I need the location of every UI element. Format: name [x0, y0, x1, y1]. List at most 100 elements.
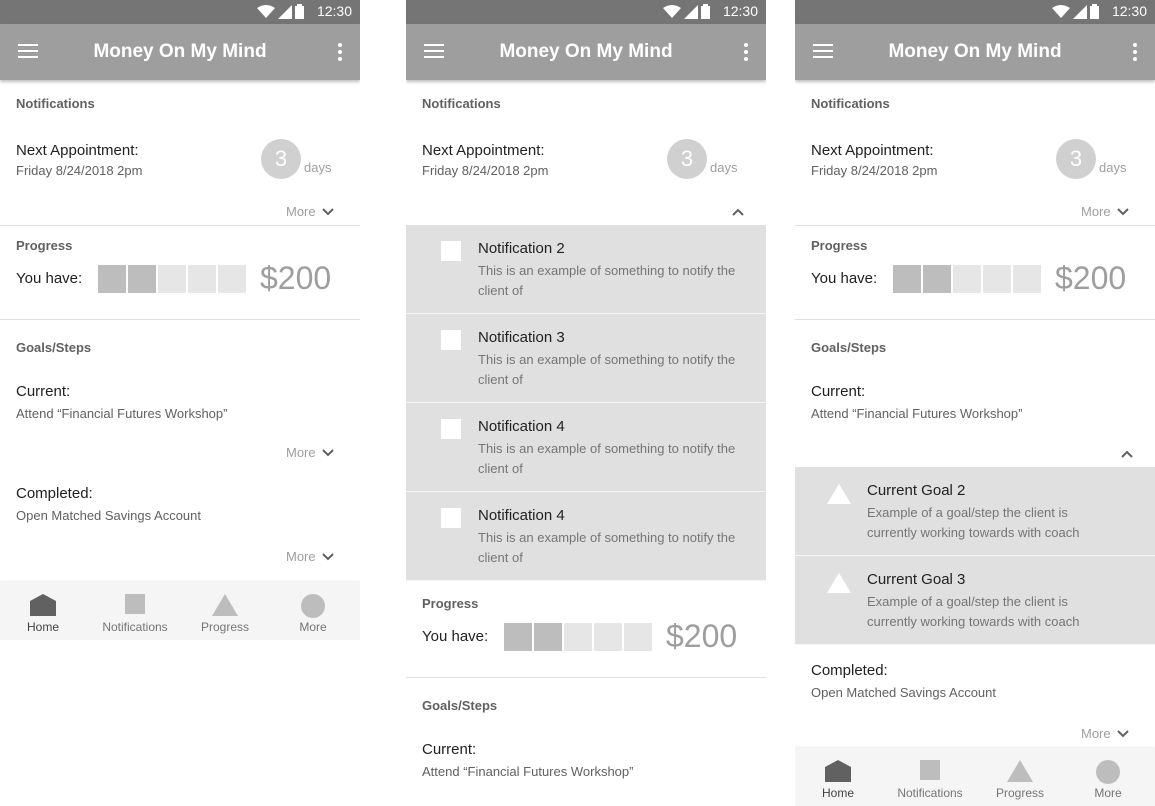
nav-label: Notifications — [102, 620, 168, 634]
app-bar: Money On My Mind — [406, 24, 766, 80]
divider — [0, 225, 360, 226]
overflow-menu-icon[interactable] — [1133, 43, 1137, 61]
battery-icon — [701, 4, 710, 19]
nav-notifications[interactable]: Notifications — [885, 748, 975, 806]
app-title: Money On My Mind — [888, 41, 1062, 62]
status-bar: 12:30 — [406, 0, 766, 24]
screen-notifications-expanded: 12:30 Money On My Mind Notifications Nex… — [406, 0, 766, 806]
notification-checkbox[interactable] — [441, 419, 461, 439]
notification-checkbox[interactable] — [441, 330, 461, 350]
square-icon — [125, 594, 145, 614]
nav-label: More — [1094, 786, 1122, 800]
bottom-navigation: Home Notifications Progress More — [795, 748, 1155, 806]
progress-segment-filled — [923, 264, 951, 293]
square-icon — [920, 760, 940, 780]
notification-item[interactable]: Notification 4 This is an example of som… — [406, 492, 766, 581]
progress-segment-filled — [128, 264, 156, 293]
status-bar: 12:30 — [795, 0, 1155, 24]
progress-label: You have: — [811, 270, 878, 287]
next-appointment-date: Friday 8/24/2018 2pm — [811, 163, 938, 178]
notification-title: Notification 4 — [478, 418, 565, 435]
battery-icon — [295, 4, 304, 19]
status-icons — [257, 4, 304, 19]
next-appointment-date: Friday 8/24/2018 2pm — [16, 163, 143, 178]
more-label: More — [1081, 204, 1111, 219]
progress-section-title: Progress — [422, 596, 479, 611]
completed-goal-value: Open Matched Savings Account — [811, 685, 997, 700]
triangle-icon — [212, 594, 238, 616]
notification-checkbox[interactable] — [441, 241, 461, 261]
completed-more-button[interactable]: More — [286, 549, 334, 564]
notifications-section-title: Notifications — [16, 96, 95, 111]
nav-progress[interactable]: Progress — [975, 748, 1065, 806]
home-icon — [30, 594, 56, 616]
chevron-up-icon[interactable] — [1121, 450, 1133, 458]
progress-amount: $200 — [1055, 260, 1127, 296]
chevron-up-icon[interactable] — [732, 208, 744, 216]
current-goal-label: Current: — [811, 383, 866, 400]
countdown-unit: days — [304, 160, 332, 175]
notification-title: Notification 2 — [478, 240, 565, 257]
notifications-more-button[interactable]: More — [1081, 204, 1129, 219]
notifications-section-title: Notifications — [422, 96, 501, 111]
countdown-unit: days — [710, 160, 738, 175]
completed-goal-label: Completed: — [811, 662, 888, 679]
nav-label: Home — [821, 786, 854, 800]
notification-item[interactable]: Notification 3 This is an example of som… — [406, 314, 766, 403]
notification-body: This is an example of something to notif… — [478, 530, 736, 565]
wifi-icon — [257, 4, 275, 18]
progress-bar — [98, 264, 246, 293]
progress-segment-empty — [1013, 264, 1041, 293]
progress-row: You have: $200 — [16, 260, 331, 297]
countdown-badge: 3 — [261, 139, 301, 179]
more-label: More — [286, 204, 316, 219]
screen-home-collapsed: 12:30 Money On My Mind Notifications Nex… — [0, 0, 360, 806]
nav-notifications[interactable]: Notifications — [90, 582, 180, 640]
progress-amount: $200 — [666, 618, 738, 654]
status-time: 12:30 — [722, 3, 758, 19]
goal-item[interactable]: Current Goal 2 Example of a goal/step th… — [795, 467, 1155, 556]
nav-more[interactable]: More — [1063, 748, 1153, 806]
notification-item[interactable]: Notification 2 This is an example of som… — [406, 225, 766, 314]
notification-body: This is an example of something to notif… — [478, 352, 736, 387]
nav-home[interactable]: Home — [795, 748, 883, 806]
notifications-more-button[interactable]: More — [286, 204, 334, 219]
current-goal-value: Attend “Financial Futures Workshop” — [811, 406, 1023, 421]
progress-label: You have: — [16, 270, 83, 287]
signal-icon — [278, 4, 292, 19]
notification-list: Notification 2 This is an example of som… — [406, 225, 766, 581]
triangle-icon — [1007, 760, 1033, 782]
status-icons — [1052, 4, 1099, 19]
nav-progress[interactable]: Progress — [180, 582, 270, 640]
wifi-icon — [663, 4, 681, 18]
next-appointment-label: Next Appointment: — [811, 142, 934, 159]
progress-bar — [504, 622, 652, 651]
notification-body: This is an example of something to notif… — [478, 441, 736, 476]
goals-more-button[interactable]: More — [286, 445, 334, 460]
notification-checkbox[interactable] — [441, 508, 461, 528]
chevron-down-icon — [1116, 207, 1129, 215]
overflow-menu-icon[interactable] — [338, 43, 342, 61]
goals-section-title: Goals/Steps — [811, 340, 887, 355]
completed-more-button[interactable]: More — [1081, 726, 1129, 741]
chevron-down-icon — [321, 552, 334, 560]
notification-title: Notification 4 — [478, 507, 565, 524]
goals-section-title: Goals/Steps — [16, 340, 92, 355]
goal-title: Current Goal 2 — [867, 482, 966, 499]
progress-segment-filled — [893, 264, 921, 293]
nav-home[interactable]: Home — [0, 582, 88, 640]
completed-goal-label: Completed: — [16, 485, 93, 502]
goal-body: Example of a goal/step the client is cur… — [867, 505, 1080, 540]
more-label: More — [286, 445, 316, 460]
app-bar: Money On My Mind — [795, 24, 1155, 80]
more-label: More — [286, 549, 316, 564]
progress-section-title: Progress — [811, 238, 868, 253]
progress-segment-empty — [983, 264, 1011, 293]
goal-list: Current Goal 2 Example of a goal/step th… — [795, 467, 1155, 645]
goal-item[interactable]: Current Goal 3 Example of a goal/step th… — [795, 556, 1155, 645]
notification-item[interactable]: Notification 4 This is an example of som… — [406, 403, 766, 492]
overflow-menu-icon[interactable] — [744, 43, 748, 61]
more-label: More — [1081, 726, 1111, 741]
progress-segment-filled — [534, 622, 562, 651]
nav-more[interactable]: More — [268, 582, 358, 640]
